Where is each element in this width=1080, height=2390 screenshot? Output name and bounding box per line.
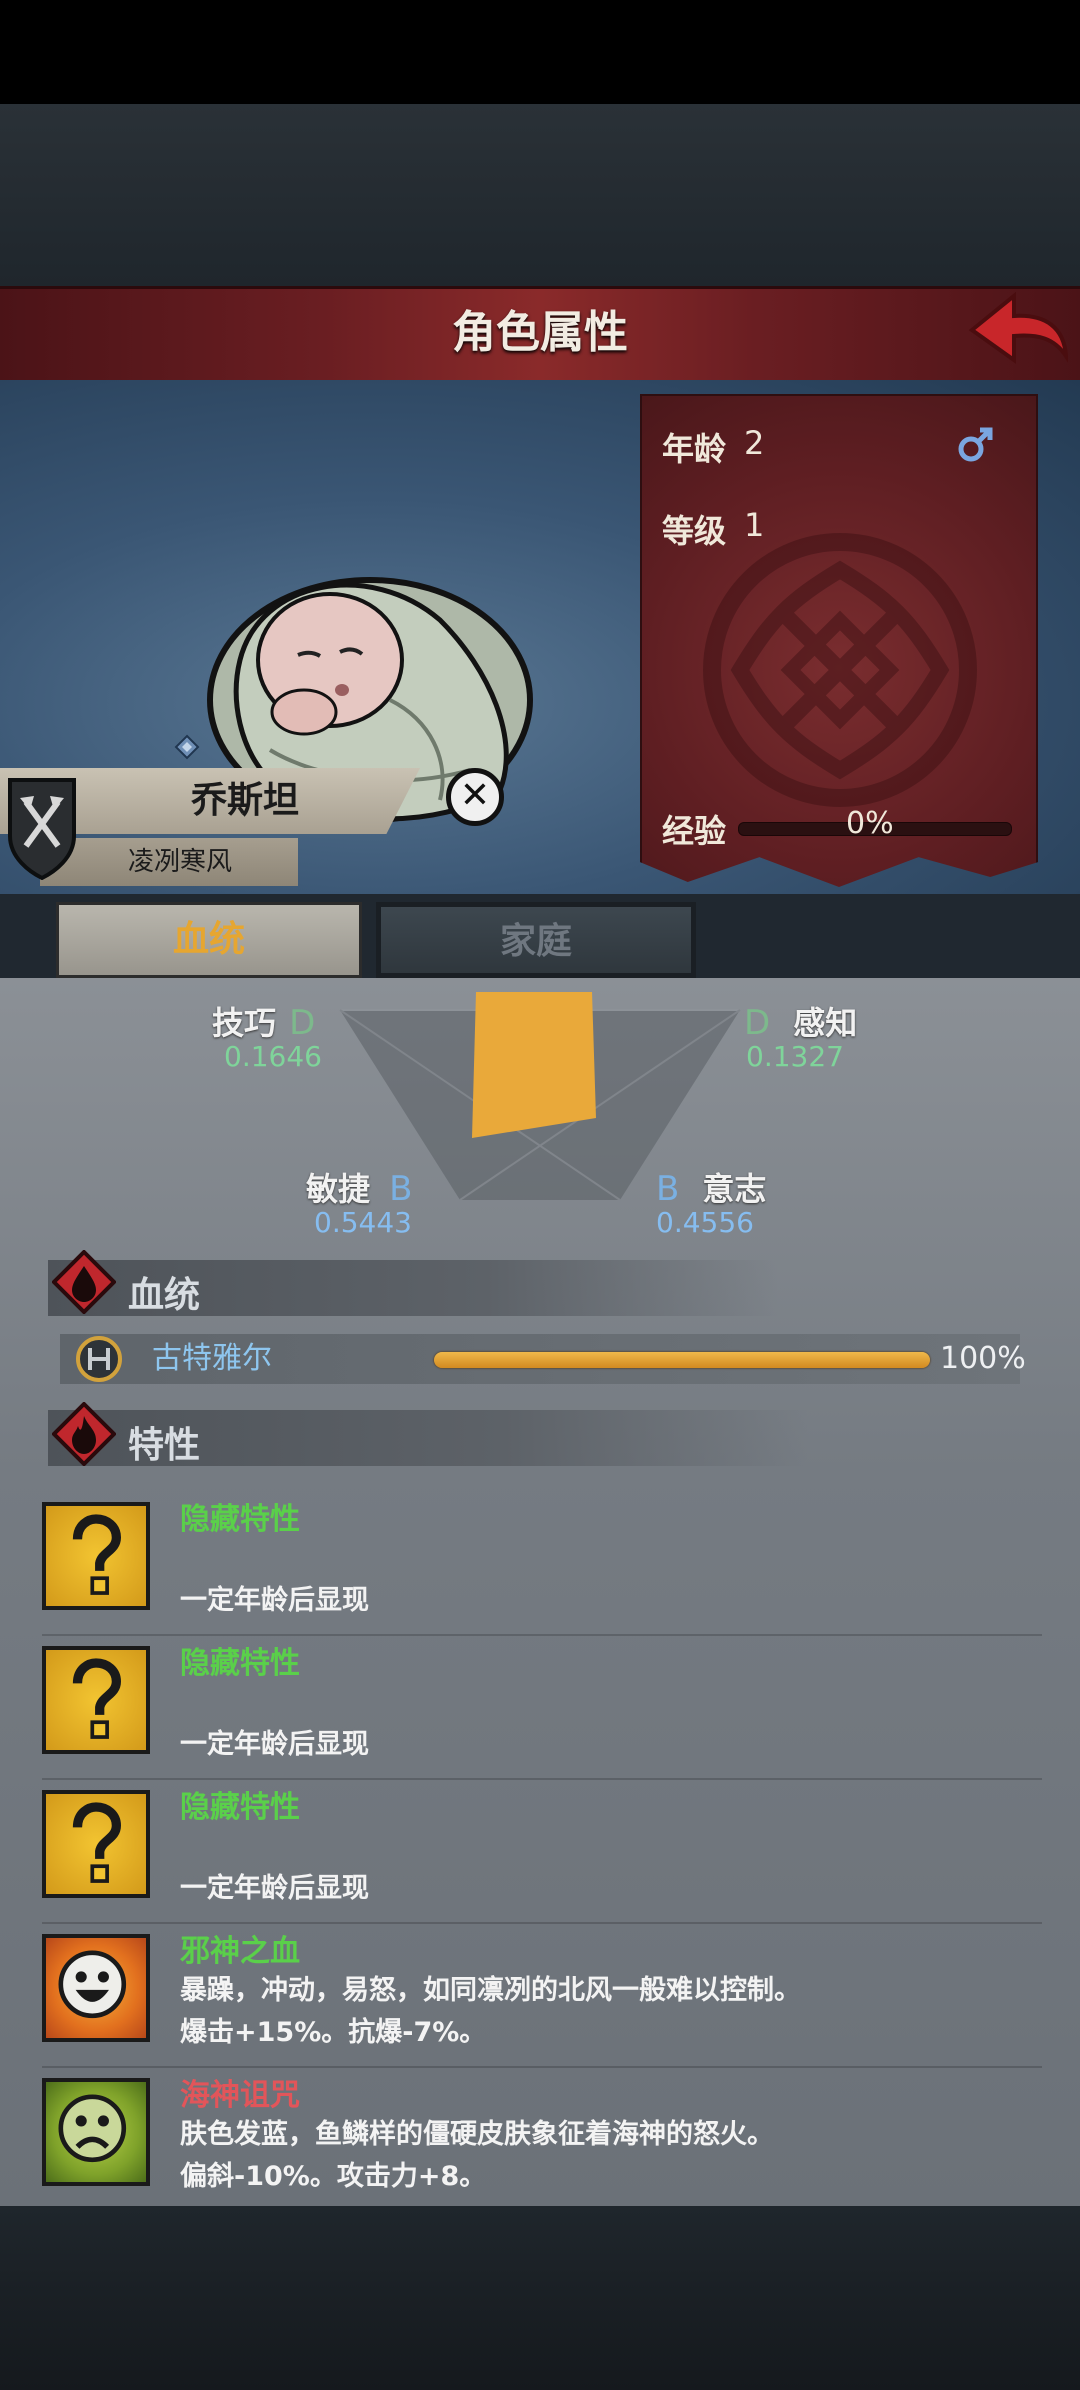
exp-label: 经验 bbox=[662, 812, 727, 850]
age-value: 2 bbox=[744, 424, 765, 462]
trait-desc-line1: 暴躁，冲动，易怒，如同凛冽的北风一般难以控制。 bbox=[180, 1975, 801, 2006]
level-value: 1 bbox=[744, 506, 765, 544]
trait-row[interactable]: 隐藏特性 一定年龄后显现 bbox=[42, 1638, 1042, 1780]
blood-drop-icon bbox=[52, 1250, 116, 1314]
trait-desc-line2: 一定年龄后显现 bbox=[180, 1729, 369, 1760]
trait-row[interactable]: 海神诅咒 肤色发蓝，鱼鳞样的僵硬皮肤象征着海神的怒火。 偏斜-10%。攻击力+8… bbox=[42, 2070, 1042, 2210]
stat-will-value: 0.4556 bbox=[656, 1206, 754, 1239]
trait-desc-line2: 爆击+15%。抗爆-7%。 bbox=[180, 2017, 487, 2048]
stat-perception: D 感知 bbox=[744, 998, 857, 1044]
stat-skill: 技巧 D bbox=[212, 998, 315, 1044]
level-label: 等级 bbox=[662, 512, 727, 550]
section-title-bloodline: 血统 bbox=[128, 1275, 201, 1316]
bloodline-name: 古特雅尔 bbox=[152, 1341, 272, 1376]
question-mark-icon bbox=[42, 1790, 150, 1898]
stat-will: B 意志 bbox=[656, 1164, 766, 1210]
clan-emblem-icon bbox=[76, 1336, 122, 1382]
trait-name: 海神诅咒 bbox=[180, 2078, 300, 2113]
stat-perception-name: 感知 bbox=[793, 1004, 858, 1042]
celtic-knot-emblem bbox=[703, 533, 977, 807]
stat-skill-name: 技巧 bbox=[212, 1004, 277, 1042]
page-title: 角色属性 bbox=[452, 307, 628, 358]
exp-value: 0% bbox=[846, 806, 894, 841]
trait-row[interactable]: 隐藏特性 一定年龄后显现 bbox=[42, 1782, 1042, 1924]
happy-face-icon bbox=[42, 1934, 150, 2042]
trait-desc-line2: 一定年龄后显现 bbox=[180, 1585, 369, 1616]
character-title: 凌冽寒风 bbox=[127, 847, 232, 877]
rank-up-icon bbox=[174, 734, 200, 760]
trait-row[interactable]: 隐藏特性 一定年龄后显现 bbox=[42, 1494, 1042, 1636]
trait-name: 隐藏特性 bbox=[180, 1790, 300, 1825]
tab-family[interactable]: 家庭 bbox=[376, 902, 696, 978]
stat-will-name: 意志 bbox=[702, 1170, 767, 1208]
stat-agility-grade: B bbox=[389, 1169, 413, 1209]
trait-name: 邪神之血 bbox=[180, 1934, 300, 1969]
character-name: 乔斯坦 bbox=[190, 780, 299, 821]
trait-desc-line2: 一定年龄后显现 bbox=[180, 1873, 369, 1904]
question-mark-icon bbox=[42, 1502, 150, 1610]
tab-family-label: 家庭 bbox=[499, 921, 572, 962]
stat-will-grade: B bbox=[656, 1169, 680, 1209]
stat-skill-grade: D bbox=[289, 1003, 316, 1043]
status-bar-area bbox=[0, 0, 1080, 104]
trait-desc-line1: 肤色发蓝，鱼鳞样的僵硬皮肤象征着海神的怒火。 bbox=[180, 2119, 774, 2150]
stat-perception-grade: D bbox=[744, 1003, 771, 1043]
question-mark-icon bbox=[42, 1646, 150, 1754]
male-gender-icon bbox=[958, 427, 993, 462]
tab-lineage-label: 血统 bbox=[172, 919, 245, 960]
bloodline-progress-bar bbox=[434, 1352, 930, 1368]
flame-icon bbox=[52, 1402, 116, 1466]
sad-face-icon bbox=[42, 2078, 150, 2186]
bottom-background bbox=[0, 2206, 1080, 2390]
close-icon[interactable]: ✕ bbox=[446, 768, 504, 826]
trait-row[interactable]: 邪神之血 暴躁，冲动，易怒，如同凛冽的北风一般难以控制。 爆击+15%。抗爆-7… bbox=[42, 1926, 1042, 2068]
stat-agility: 敏捷 B bbox=[306, 1164, 412, 1210]
trait-name: 隐藏特性 bbox=[180, 1502, 300, 1537]
stat-agility-value: 0.5443 bbox=[314, 1206, 412, 1239]
section-title-traits: 特性 bbox=[128, 1425, 201, 1466]
back-arrow-icon[interactable] bbox=[968, 290, 1068, 372]
tab-lineage[interactable]: 血统 bbox=[56, 902, 362, 978]
age-label: 年龄 bbox=[662, 430, 727, 468]
stat-perception-value: 0.1327 bbox=[746, 1040, 844, 1073]
stat-agility-name: 敏捷 bbox=[306, 1170, 371, 1208]
trait-desc-line2: 偏斜-10%。攻击力+8。 bbox=[180, 2161, 487, 2192]
trait-name: 隐藏特性 bbox=[180, 1646, 300, 1681]
bloodline-percent: 100% bbox=[940, 1341, 1026, 1376]
shield-crossed-axes-icon bbox=[8, 778, 76, 880]
top-background bbox=[0, 104, 1080, 288]
stat-skill-value: 0.1646 bbox=[224, 1040, 322, 1073]
